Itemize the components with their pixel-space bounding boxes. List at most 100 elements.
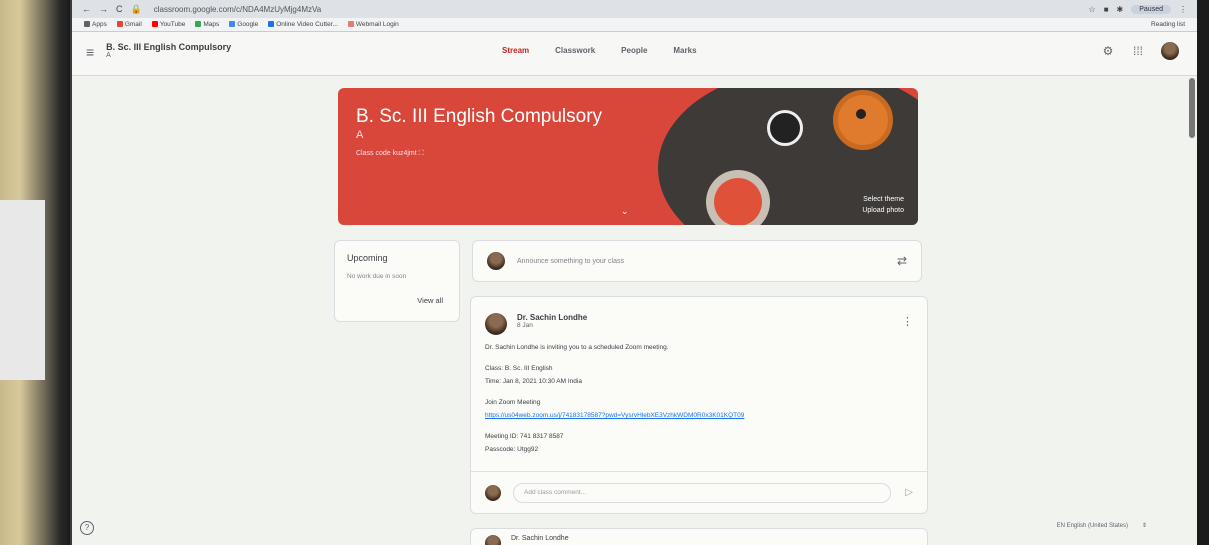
reading-list-button[interactable]: Reading list: [1151, 21, 1185, 28]
author-avatar: [485, 535, 501, 545]
bookmark-icon: [347, 21, 354, 28]
select-theme-link[interactable]: Select theme: [862, 194, 904, 205]
author-avatar: [485, 313, 507, 335]
language-selector[interactable]: EN English (United States) ⇕: [1057, 522, 1147, 530]
banner-actions: Select theme Upload photo: [862, 194, 904, 216]
bookmark-icon: [268, 21, 275, 28]
monitor-bezel-right: [1197, 0, 1209, 545]
forward-icon[interactable]: →: [99, 4, 108, 15]
puzzle-icon[interactable]: ✱: [1117, 5, 1124, 14]
more-options-icon[interactable]: ⋮: [902, 315, 913, 328]
passcode: Passcode: Utgg92: [485, 446, 539, 453]
bookmark-item[interactable]: Apps: [84, 21, 107, 28]
extension-icon[interactable]: ■: [1104, 5, 1109, 14]
bookmark-label: Google: [237, 21, 259, 28]
apps-grid-icon[interactable]: ⁞⁞⁞: [1131, 44, 1145, 58]
class-title[interactable]: B. Sc. III English Compulsory: [106, 42, 231, 52]
coffee-cup-illustration: [767, 110, 803, 146]
back-icon[interactable]: ←: [82, 4, 91, 15]
announce-placeholder[interactable]: Announce something to your class: [517, 258, 897, 265]
comment-input[interactable]: Add class comment...: [513, 482, 892, 503]
bookmark-label: Webmail Login: [355, 21, 399, 28]
bookmark-label: YouTube: [159, 21, 186, 28]
stream-post: Dr. Sachin Londhe 8 Jan ⋮ Dr. Sachin Lon…: [470, 296, 928, 514]
post-author: Dr. Sachin Londhe: [517, 313, 588, 322]
user-avatar: [487, 252, 505, 270]
announce-box[interactable]: Announce something to your class ⇄: [472, 240, 922, 282]
tea-cup-illustration: [706, 170, 770, 225]
upcoming-card: Upcoming No work due in soon View all: [334, 240, 460, 322]
repost-icon[interactable]: ⇄: [897, 254, 907, 268]
class-banner: B. Sc. III English Compulsory A Class co…: [338, 88, 918, 225]
comment-row: Add class comment... ▷: [471, 471, 927, 513]
commenter-avatar: [485, 484, 501, 501]
bookmark-item[interactable]: Online Video Cutter...: [268, 21, 338, 28]
fullscreen-icon[interactable]: ⛶: [419, 150, 424, 157]
upload-photo-link[interactable]: Upload photo: [862, 205, 904, 216]
bookmarks-bar: Apps Gmail YouTube Maps Google Online Video C…: [72, 18, 1197, 32]
post-date: 8 Jan: [517, 322, 533, 329]
bookmark-icon: [195, 21, 202, 28]
star-icon[interactable]: ☆: [1089, 5, 1096, 14]
reload-icon[interactable]: C: [116, 4, 123, 15]
address-bar[interactable]: classroom.google.com/c/NDA4MzUyMjg4MzVa: [154, 5, 1089, 14]
tab-people[interactable]: People: [621, 46, 647, 55]
browser-nav: ← → C 🔒: [82, 4, 142, 15]
screen: ← → C 🔒 classroom.google.com/c/NDA4MzUyM…: [72, 0, 1197, 545]
plate-illustration: [833, 90, 893, 150]
bookmark-item[interactable]: Gmail: [116, 21, 142, 28]
class-heading: B. Sc. III English Compulsory A: [106, 42, 231, 59]
banner-section: A: [356, 129, 364, 141]
bookmark-label: Apps: [92, 21, 107, 28]
bookmark-item[interactable]: YouTube: [151, 21, 186, 28]
updown-icon: ⇕: [1141, 523, 1147, 529]
chevron-down-icon[interactable]: ⌄: [621, 206, 629, 217]
class-code-text: Class code kuz4jmt: [356, 150, 417, 157]
banner-title: B. Sc. III English Compulsory: [356, 106, 603, 127]
monitor-bezel-left: [0, 0, 70, 545]
bookmark-item[interactable]: Maps: [195, 21, 219, 28]
bookmark-item[interactable]: Google: [229, 21, 258, 28]
account-avatar[interactable]: [1161, 42, 1179, 60]
join-zoom-label: Join Zoom Meeting: [485, 399, 541, 406]
lock-icon: 🔒: [130, 3, 142, 14]
class-code: Class code kuz4jmt ⛶: [356, 150, 424, 158]
post-body: Dr. Sachin Londhe is inviting you to a s…: [485, 343, 913, 454]
header-icons: ⚙ ⁞⁞⁞: [1101, 42, 1179, 60]
bookmark-item[interactable]: Webmail Login: [347, 21, 399, 28]
bookmark-label: Maps: [203, 21, 220, 28]
tab-marks[interactable]: Marks: [673, 46, 696, 55]
settings-gear-icon[interactable]: ⚙: [1101, 44, 1115, 58]
tab-bar: Stream Classwork People Marks: [502, 46, 697, 55]
post-header: Dr. Sachin Londhe 8 Jan ⋮: [485, 307, 913, 335]
menu-icon[interactable]: ⋮: [1179, 5, 1187, 14]
help-icon[interactable]: ?: [80, 521, 94, 535]
bookmark-label: Online Video Cutter...: [276, 21, 338, 28]
zoom-link[interactable]: https://us04web.zoom.us/j/74183178587?pw…: [485, 412, 744, 419]
post-author: Dr. Sachin Londhe: [511, 535, 569, 542]
glare: [0, 200, 45, 380]
bookmark-icon: [84, 21, 90, 28]
profile-paused-button[interactable]: Paused: [1131, 4, 1171, 14]
send-icon[interactable]: ▷: [905, 487, 913, 498]
meeting-id: Meeting ID: 741 8317 8587: [485, 433, 564, 440]
bookmark-label: Gmail: [124, 21, 142, 28]
bookmark-icon: [151, 21, 158, 28]
browser-toolbar: ← → C 🔒 classroom.google.com/c/NDA4MzUyM…: [72, 0, 1197, 18]
tab-classwork[interactable]: Classwork: [555, 46, 595, 55]
post-intro: Dr. Sachin Londhe is inviting you to a s…: [485, 344, 669, 351]
app-header: ≡ B. Sc. III English Compulsory A Stream…: [72, 32, 1197, 76]
scrollbar[interactable]: [1189, 78, 1195, 138]
upcoming-title: Upcoming: [347, 253, 388, 263]
tab-stream[interactable]: Stream: [502, 46, 529, 55]
view-all-link[interactable]: View all: [417, 296, 443, 305]
language-label[interactable]: EN English (United States): [1057, 523, 1128, 529]
stream-post-2: Dr. Sachin Londhe: [470, 528, 928, 545]
class-section: A: [106, 52, 111, 59]
post-time-line: Time: Jan 8, 2021 10:30 AM India: [485, 378, 582, 385]
bookmark-icon: [116, 21, 123, 28]
hamburger-icon[interactable]: ≡: [86, 44, 94, 60]
no-work-text: No work due in soon: [347, 273, 407, 280]
post-class-line: Class: B. Sc. III English: [485, 365, 553, 372]
bookmark-icon: [229, 21, 236, 28]
